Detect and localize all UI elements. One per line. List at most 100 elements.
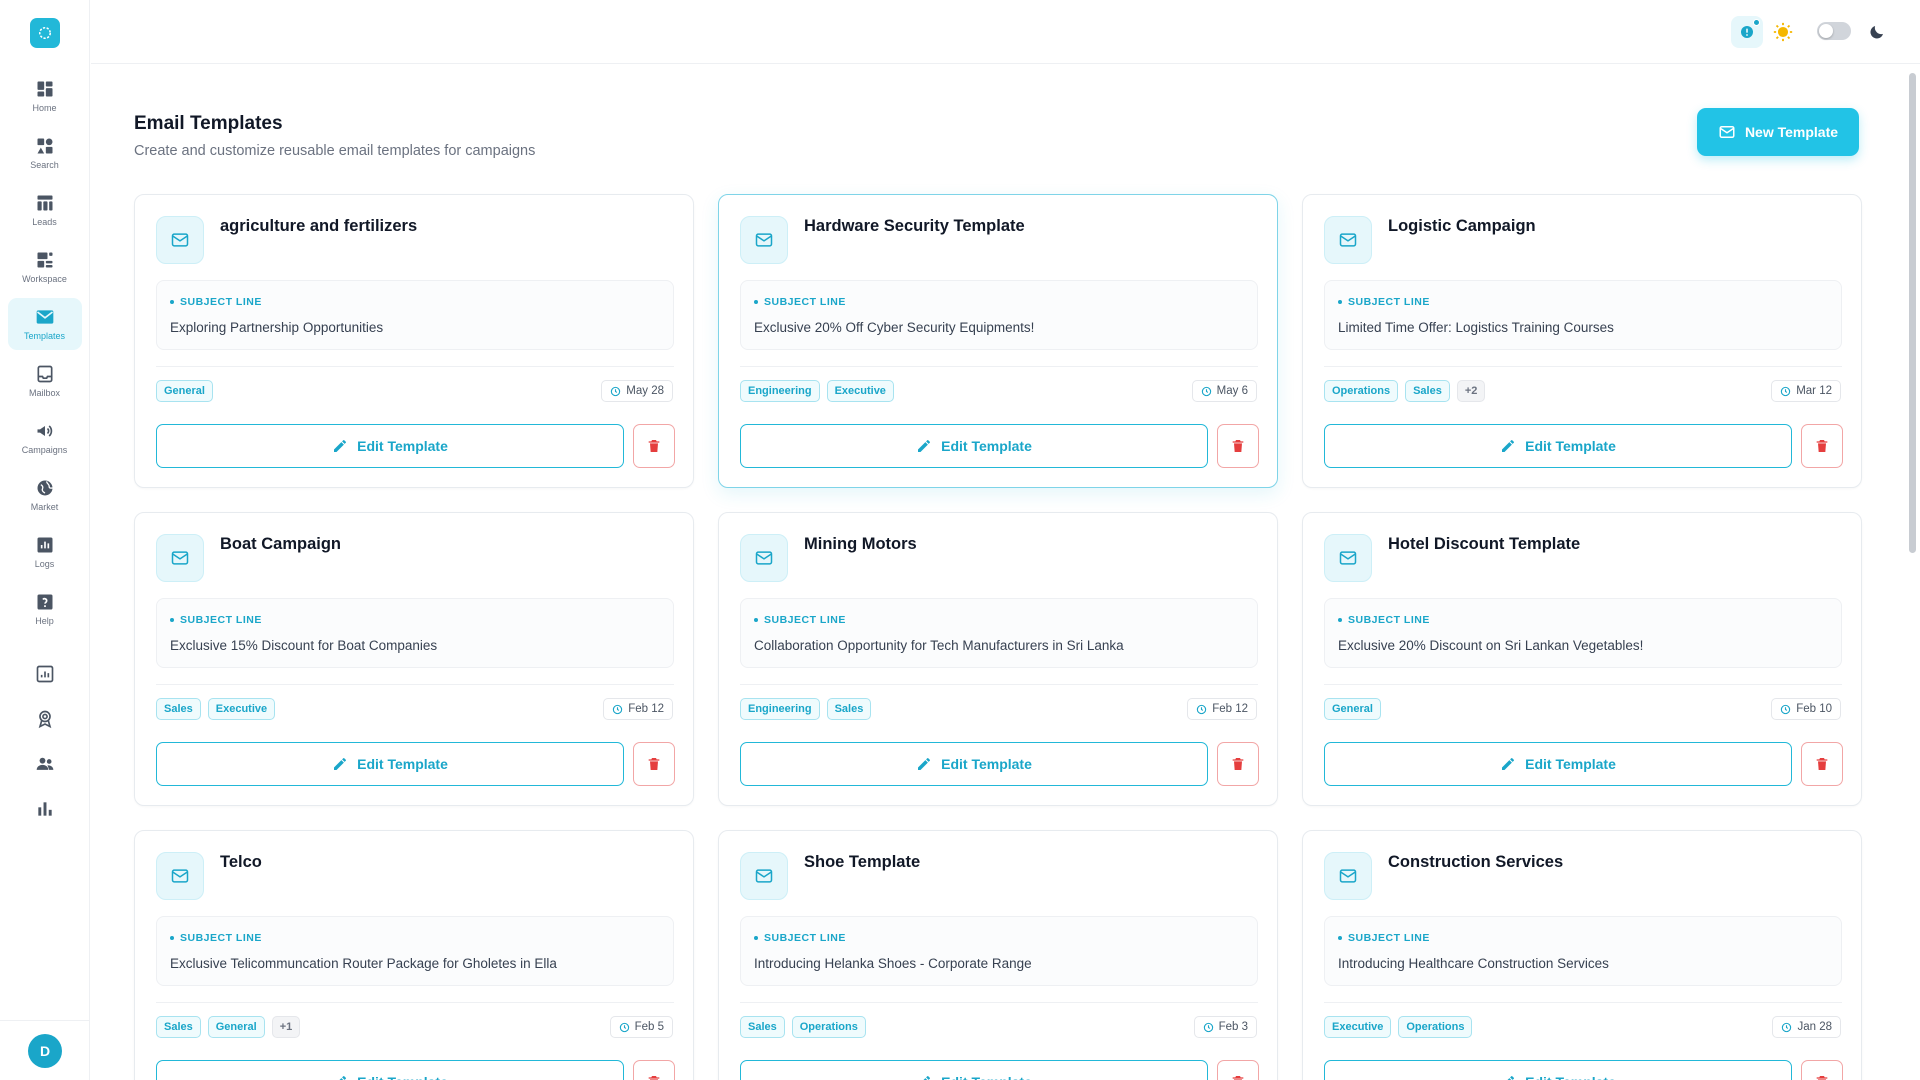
- template-title: Mining Motors: [804, 535, 917, 553]
- template-card[interactable]: Mining Motors SUBJECT LINE Collaboration…: [718, 512, 1278, 806]
- template-grid: agriculture and fertilizers SUBJECT LINE…: [134, 194, 1862, 1080]
- edit-template-button[interactable]: Edit Template: [1324, 742, 1792, 786]
- logs-icon: [37, 537, 52, 553]
- template-card[interactable]: Boat Campaign SUBJECT LINE Exclusive 15%…: [134, 512, 694, 806]
- delete-template-button[interactable]: [1217, 1060, 1259, 1080]
- template-card[interactable]: Shoe Template SUBJECT LINE Introducing H…: [718, 830, 1278, 1080]
- topbar: [91, 0, 1920, 64]
- template-card[interactable]: Hardware Security Template SUBJECT LINE …: [718, 194, 1278, 488]
- clock-icon: [1781, 1022, 1792, 1033]
- date-text: May 28: [626, 385, 664, 397]
- tag-badge: General: [207, 1016, 265, 1038]
- leads-icon: [37, 195, 52, 211]
- trash-icon: [1230, 755, 1246, 773]
- avatar[interactable]: D: [28, 1033, 62, 1068]
- template-card[interactable]: Construction Services SUBJECT LINE Intro…: [1302, 830, 1862, 1080]
- mail-icon: [740, 216, 788, 264]
- sidebar-item-label: Market: [30, 502, 59, 512]
- delete-template-button[interactable]: [633, 1060, 675, 1080]
- mailbox-icon: [37, 365, 52, 383]
- edit-template-label: Edit Template: [357, 1074, 448, 1080]
- sidebar-item-market[interactable]: Market: [8, 469, 82, 521]
- template-title: agriculture and fertilizers: [220, 217, 418, 235]
- edit-template-button[interactable]: Edit Template: [740, 424, 1208, 468]
- template-card[interactable]: Hotel Discount Template SUBJECT LINE Exc…: [1302, 512, 1862, 806]
- clock-icon: [610, 386, 621, 397]
- date-text: Feb 3: [1218, 1021, 1248, 1033]
- tag-badge: Engineering: [740, 698, 820, 720]
- subject-label: SUBJECT LINE: [1338, 296, 1430, 308]
- sidebar-item-workspace[interactable]: Workspace: [8, 241, 82, 293]
- delete-template-button[interactable]: [633, 742, 675, 786]
- subject-label: SUBJECT LINE: [170, 614, 262, 626]
- delete-template-button[interactable]: [633, 424, 675, 468]
- theme-toggle[interactable]: [1817, 22, 1851, 40]
- sun-icon[interactable]: [1767, 16, 1799, 48]
- sidebar-item-help[interactable]: Help: [8, 583, 82, 635]
- template-card[interactable]: agriculture and fertilizers SUBJECT LINE…: [134, 194, 694, 488]
- subject-label: SUBJECT LINE: [1338, 614, 1430, 626]
- delete-template-button[interactable]: [1217, 742, 1259, 786]
- template-card[interactable]: Logistic Campaign SUBJECT LINE Limited T…: [1302, 194, 1862, 488]
- tag-badge: General: [156, 380, 213, 402]
- sidebar-item-campaigns[interactable]: Campaigns: [8, 412, 82, 464]
- mail-icon: [156, 216, 204, 264]
- edit-template-button[interactable]: Edit Template: [1324, 1060, 1792, 1080]
- page-subtitle: Create and customize reusable email temp…: [134, 143, 536, 159]
- tag-list: Engineering Executive: [740, 380, 894, 402]
- tag-badge: Operations: [1398, 1016, 1473, 1038]
- scrollbar-thumb[interactable]: [1909, 73, 1916, 553]
- subject-box: SUBJECT LINE Exclusive Telicommuncation …: [156, 916, 674, 986]
- edit-template-button[interactable]: Edit Template: [1324, 424, 1792, 468]
- subject-box: SUBJECT LINE Exclusive 20% Discount on S…: [1324, 598, 1842, 668]
- subject-box: SUBJECT LINE Limited Time Offer: Logisti…: [1324, 280, 1842, 350]
- divider: [1324, 1002, 1842, 1003]
- pencil-icon: [1500, 438, 1516, 454]
- subject-label: SUBJECT LINE: [170, 932, 262, 944]
- sidebar-item-logs[interactable]: Logs: [8, 526, 82, 578]
- edit-template-button[interactable]: Edit Template: [156, 742, 624, 786]
- delete-template-button[interactable]: [1801, 742, 1843, 786]
- bar-chart-icon[interactable]: [25, 789, 65, 829]
- date-text: Mar 12: [1796, 385, 1832, 397]
- more-tags-badge[interactable]: +1: [271, 1016, 301, 1038]
- divider: [156, 366, 674, 367]
- edit-template-label: Edit Template: [1525, 1074, 1616, 1080]
- divider: [740, 1002, 1258, 1003]
- scrollbar[interactable]: [1905, 65, 1920, 1080]
- template-card[interactable]: Telco SUBJECT LINE Exclusive Telicommunc…: [134, 830, 694, 1080]
- date-badge: Feb 12: [1187, 698, 1257, 720]
- tag-list: Executive Operations: [1324, 1016, 1473, 1038]
- edit-template-button[interactable]: Edit Template: [740, 1060, 1208, 1080]
- more-tags-badge[interactable]: +2: [1456, 380, 1486, 402]
- users-icon[interactable]: [25, 744, 65, 784]
- edit-template-button[interactable]: Edit Template: [740, 742, 1208, 786]
- mail-icon: [1324, 534, 1372, 582]
- tag-list: Engineering Sales: [740, 698, 872, 720]
- trash-icon: [1814, 755, 1830, 773]
- date-text: Feb 10: [1796, 703, 1832, 715]
- sidebar-item-home[interactable]: Home: [8, 70, 82, 122]
- edit-template-button[interactable]: Edit Template: [156, 424, 624, 468]
- tag-badge: General: [1324, 698, 1381, 720]
- trash-icon: [646, 755, 662, 773]
- date-badge: Feb 12: [603, 698, 673, 720]
- subject-label: SUBJECT LINE: [754, 932, 846, 944]
- sidebar-item-mailbox[interactable]: Mailbox: [8, 355, 82, 407]
- award-icon[interactable]: [25, 699, 65, 739]
- tag-badge: Sales: [1405, 380, 1450, 402]
- moon-icon[interactable]: [1861, 16, 1893, 48]
- analytics-icon[interactable]: [25, 654, 65, 694]
- delete-template-button[interactable]: [1801, 424, 1843, 468]
- sidebar-item-templates[interactable]: Templates: [7, 298, 82, 350]
- sidebar-item-leads[interactable]: Leads: [8, 184, 82, 236]
- edit-template-button[interactable]: Edit Template: [156, 1060, 624, 1080]
- delete-template-button[interactable]: [1217, 424, 1259, 468]
- logo-icon[interactable]: [29, 18, 60, 48]
- delete-template-button[interactable]: [1801, 1060, 1843, 1080]
- notification-icon[interactable]: [1731, 16, 1763, 48]
- new-template-button[interactable]: New Template: [1697, 108, 1859, 156]
- edit-template-label: Edit Template: [941, 756, 1032, 772]
- sidebar-item-search[interactable]: Search: [8, 127, 82, 179]
- sidebar-item-label: Workspace: [22, 274, 67, 284]
